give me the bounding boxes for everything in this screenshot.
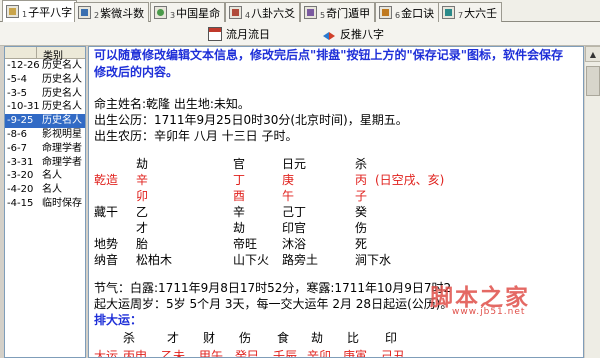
- tab-bagua-liuyao[interactable]: 4 八卦六爻: [225, 2, 301, 22]
- watermark-url: www.jb51.net: [452, 307, 526, 317]
- list-item[interactable]: -6-7 命理学者: [5, 142, 85, 156]
- calendar-icon: [208, 27, 222, 41]
- dayun-shen: 杀: [123, 331, 136, 345]
- qianzao-label: 乾造: [94, 173, 119, 187]
- dayun-shen: 才: [167, 331, 180, 345]
- tab-daliuren[interactable]: 7 大六壬: [438, 2, 503, 22]
- toolbar: 流月流日 反推八字: [0, 22, 600, 46]
- canggan-month: 辛: [233, 205, 246, 219]
- jinkou-icon: [379, 6, 392, 19]
- reverse-arrows-icon: [322, 27, 336, 41]
- tab-zhongguo-xingming[interactable]: 3 中国星命: [150, 2, 226, 22]
- tiangan-year: 辛: [136, 173, 149, 187]
- list-item[interactable]: -5-4 历史名人: [5, 73, 85, 87]
- jieqi-line: 节气：白露:1711年9月8日17时52分，寒露:1711年10月9日7时2: [94, 281, 452, 295]
- canggan-shen-month: 劫: [233, 221, 246, 235]
- shishen-year: 劫: [136, 157, 149, 171]
- list-item[interactable]: -8-6 影视明星: [5, 128, 85, 142]
- qimen-icon: [304, 6, 317, 19]
- kongwang-note: (日空戌、亥): [375, 173, 445, 187]
- canggan-shen-day: 印官: [282, 221, 307, 235]
- dayun-shen: 财: [203, 331, 216, 345]
- shishen-hour: 杀: [355, 157, 368, 171]
- nayin-month: 山下火: [233, 253, 270, 267]
- tiangan-hour: 丙: [355, 173, 368, 187]
- dayun-shen: 伤: [239, 331, 252, 345]
- dayun-ganzhi: 癸巳: [235, 349, 260, 358]
- nayin-year: 松柏木: [136, 253, 173, 267]
- tab-ziwei-doushu[interactable]: 2 紫微斗数: [74, 2, 150, 22]
- list-item[interactable]: -4-20 名人: [5, 183, 85, 197]
- nayin-day: 路旁土: [282, 253, 319, 267]
- nayin-label: 纳音: [94, 253, 119, 267]
- dayun-shen: 劫: [311, 331, 324, 345]
- list-header-date[interactable]: [5, 47, 37, 58]
- tab-qimen-dunjia[interactable]: 5 奇门遁甲: [300, 2, 376, 22]
- list-item[interactable]: -3-5 历史名人: [5, 87, 85, 101]
- ziwei-icon: [78, 6, 91, 19]
- tab-bar: 1 子平八字 2 紫微斗数 3 中国星命 4 八卦六爻 5 奇门遁甲 6 金口诀…: [0, 0, 600, 22]
- shishen-day: 日元: [282, 157, 307, 171]
- list-item[interactable]: -3-20 名人: [5, 169, 85, 183]
- fantui-bazi-button[interactable]: 反推八字: [318, 25, 388, 43]
- scroll-up-arrow-icon[interactable]: ▲: [585, 46, 600, 62]
- list-header-category[interactable]: 类别: [37, 47, 85, 62]
- xingming-icon: [154, 6, 167, 19]
- tab-ziping-bazi[interactable]: 1 子平八字: [2, 0, 78, 22]
- name-line: 命主姓名:乾隆 出生地:未知。: [94, 97, 250, 111]
- dayun-ganzhi: 壬辰: [273, 349, 298, 358]
- tab-jinkoujue[interactable]: 6 金口诀: [375, 2, 440, 22]
- dishi-hour: 死: [355, 237, 368, 251]
- bazi-icon: [6, 5, 19, 18]
- nayin-hour: 涧下水: [355, 253, 392, 267]
- tiangan-month: 丁: [233, 173, 246, 187]
- dishi-year: 胎: [136, 237, 149, 251]
- gongli-line: 出生公历：1711年9月25日0时30分(北京时间)，星期五。: [94, 113, 408, 127]
- liuyue-liuri-button[interactable]: 流月流日: [204, 25, 274, 43]
- canggan-year: 乙: [136, 205, 149, 219]
- dayun-title: 排大运：: [94, 313, 143, 327]
- canggan-label: 藏干: [94, 205, 119, 219]
- qiyun-line: 起大运周岁：5岁 5个月 3天，每一交大运年 2月 28日起运(公历)。: [94, 297, 453, 311]
- dayun-ganzhi: 庚寅: [343, 349, 368, 358]
- dayun-shen: 比: [347, 331, 360, 345]
- record-list[interactable]: 类别 -12-26 历史名人 -5-4 历史名人 -3-5 历史名人 -10-31 历史…: [4, 46, 86, 358]
- vertical-scrollbar[interactable]: ▲: [584, 46, 600, 358]
- list-item-selected[interactable]: -9-25 历史名人: [5, 114, 85, 128]
- dizhi-year: 卯: [136, 189, 149, 203]
- list-item[interactable]: -12-26 历史名人: [5, 59, 85, 73]
- nongli-line: 出生农历：辛卯年 八月 十三日 子时。: [94, 129, 298, 143]
- dayun-ganzhi: 甲午: [199, 349, 224, 358]
- list-header: 类别: [5, 47, 85, 62]
- liuren-icon: [442, 6, 455, 19]
- list-item[interactable]: -4-15 临时保存: [5, 197, 85, 211]
- dayun-shen: 食: [277, 331, 290, 345]
- tiangan-day: 庚: [282, 173, 295, 187]
- dayun-label: 大运: [94, 349, 119, 358]
- dizhi-day: 午: [282, 189, 295, 203]
- dizhi-hour: 子: [355, 189, 368, 203]
- dishi-month: 帝旺: [233, 237, 258, 251]
- dayun-ganzhi: 乙未: [161, 349, 186, 358]
- list-item[interactable]: -10-31 历史名人: [5, 100, 85, 114]
- dayun-shen: 印: [385, 331, 398, 345]
- dishi-day: 沐浴: [282, 237, 307, 251]
- canggan-shen-year: 才: [136, 221, 149, 235]
- dizhi-month: 酉: [233, 189, 246, 203]
- canggan-shen-hour: 伤: [355, 221, 368, 235]
- scroll-thumb[interactable]: [586, 66, 600, 96]
- edit-notice: 可以随意修改编辑文本信息，修改完后点"排盘"按钮上方的"保存记录"图标，软件会保…: [94, 48, 564, 79]
- dayun-ganzhi: 丙申: [123, 349, 148, 358]
- canggan-hour: 癸: [355, 205, 368, 219]
- shishen-month: 官: [233, 157, 246, 171]
- bagua-icon: [229, 6, 242, 19]
- dishi-label: 地势: [94, 237, 119, 251]
- list-item[interactable]: -3-31 命理学者: [5, 156, 85, 170]
- dayun-ganzhi: 辛卯: [307, 349, 332, 358]
- dayun-ganzhi: 己丑: [381, 349, 406, 358]
- canggan-day: 己丁: [282, 205, 307, 219]
